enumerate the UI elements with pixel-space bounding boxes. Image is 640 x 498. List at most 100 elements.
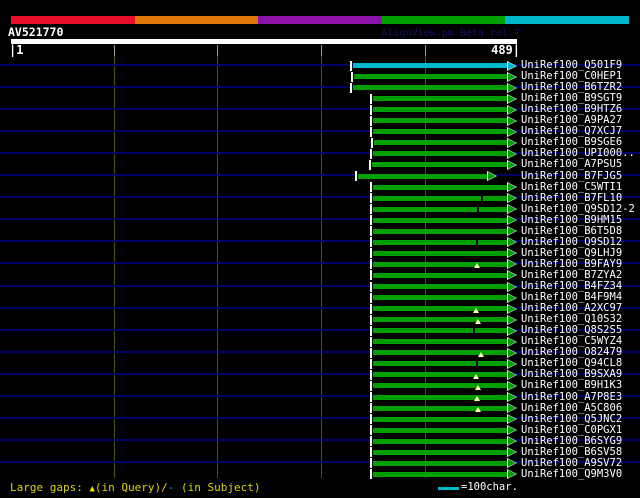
arrowhead-icon — [508, 459, 516, 468]
query-gap-triangle-icon — [472, 373, 479, 379]
subject-link[interactable]: UniRef100_B7FL10 — [521, 192, 622, 204]
query-start-tick — [369, 292, 372, 303]
alignment-bar[interactable] — [372, 460, 508, 466]
subject-gap-notch — [473, 328, 476, 334]
ruler-tick — [114, 45, 115, 56]
arrowhead-icon — [508, 315, 516, 324]
subject-link[interactable]: UniRef100_A5C806 — [521, 402, 622, 414]
subject-link[interactable]: UniRef100_C0PGX1 — [521, 424, 622, 436]
subject-link[interactable]: UniRef100_Q5JNC2 — [521, 413, 622, 425]
alignment-bar[interactable] — [358, 173, 489, 179]
query-gap-triangle-icon — [474, 384, 481, 390]
query-start-tick — [369, 226, 372, 237]
subject-gap-notch — [475, 361, 478, 367]
ruler-end-label: 489| — [491, 43, 520, 57]
query-start-tick — [350, 82, 353, 93]
subject-link[interactable]: UniRef100_B7FJG5 — [521, 170, 622, 182]
query-start-tick — [369, 436, 372, 447]
alignment-bar[interactable] — [372, 295, 508, 301]
query-start-tick — [369, 469, 372, 480]
alignment-bar[interactable] — [372, 239, 508, 245]
alignment-bar[interactable] — [372, 107, 508, 113]
alignment-bar[interactable] — [372, 471, 508, 477]
query-start-tick — [369, 215, 372, 226]
arrowhead-icon — [508, 249, 516, 258]
arrowhead-icon — [508, 326, 516, 335]
arrowhead-icon — [508, 348, 516, 357]
subject-link[interactable]: UniRef100_Q9SD12-2 — [521, 203, 635, 215]
arrowhead-icon — [508, 370, 516, 379]
identity-segment — [11, 16, 135, 24]
alignment-bar[interactable] — [372, 96, 508, 102]
arrowhead-icon — [508, 183, 516, 192]
query-start-tick — [369, 126, 372, 137]
query-start-tick — [369, 392, 372, 402]
alignment-bar[interactable] — [372, 217, 508, 223]
alignment-bar[interactable] — [372, 449, 508, 455]
query-start-tick — [369, 358, 372, 369]
query-start-tick — [351, 71, 354, 82]
subject-link[interactable]: UniRef100_A7P8E3 — [521, 391, 622, 403]
alignment-bar[interactable] — [372, 261, 508, 267]
alignment-bar[interactable] — [373, 140, 508, 146]
alignment-bar[interactable] — [372, 350, 508, 356]
identity-segment — [258, 16, 382, 24]
query-start-tick — [369, 259, 372, 270]
identity-segment — [134, 16, 259, 24]
query-start-tick — [369, 248, 372, 259]
query-start-tick — [350, 60, 353, 71]
alignment-bar[interactable] — [372, 118, 508, 124]
query-start-tick — [369, 380, 372, 391]
subject-link[interactable]: UniRef100_C5WTI1 — [521, 181, 622, 193]
alignment-bar[interactable] — [372, 272, 508, 278]
query-gap-triangle-icon — [473, 396, 480, 401]
subject-gap-notch — [475, 239, 478, 245]
alignment-bar[interactable] — [354, 74, 508, 80]
arrowhead-icon — [508, 205, 516, 214]
alignment-bar[interactable] — [372, 339, 508, 345]
alignment-bar[interactable] — [372, 184, 508, 190]
alignment-bar[interactable] — [372, 416, 508, 422]
alignment-bar[interactable] — [353, 85, 508, 91]
arrowhead-icon — [508, 293, 516, 302]
query-start-tick — [369, 148, 372, 159]
alignment-bar[interactable] — [372, 206, 508, 212]
query-start-tick — [369, 182, 372, 193]
alignment-bar[interactable] — [372, 317, 508, 323]
subject-link[interactable]: UniRef100_A7PSU5 — [521, 159, 622, 170]
alignment-bar[interactable] — [372, 405, 508, 411]
query-start-tick — [369, 93, 372, 104]
alignment-bar[interactable] — [372, 129, 508, 135]
alignment-bar[interactable] — [372, 228, 508, 234]
query-start-tick — [369, 115, 372, 126]
query-ruler-bar — [11, 39, 517, 44]
alignment-bar[interactable] — [372, 284, 508, 289]
query-start-tick — [368, 159, 371, 170]
alignment-bar[interactable] — [372, 427, 508, 433]
arrowhead-icon — [508, 160, 516, 169]
alignment-bar[interactable] — [372, 195, 508, 201]
query-gap-triangle-icon — [477, 351, 484, 357]
alignment-bar[interactable] — [372, 438, 508, 444]
arrowhead-icon — [508, 94, 516, 103]
arrowhead-icon — [508, 238, 516, 247]
query-start-tick — [369, 414, 372, 425]
ruler-tick — [321, 45, 322, 56]
alignview-screen: 20%~40%~60%~80%~100% AV521770 AlignView.… — [0, 0, 640, 498]
alignment-bar[interactable] — [353, 63, 508, 68]
gap-legend: Large gaps: ▲(in Query)/- (in Subject) — [10, 481, 260, 494]
alignment-bar[interactable] — [372, 250, 508, 256]
alignment-bar[interactable] — [372, 151, 508, 157]
alignment-bar[interactable] — [372, 394, 508, 400]
identity-segment — [505, 16, 629, 24]
subject-link[interactable]: UniRef100_Q9M3V0 — [521, 468, 622, 480]
alignment-bar[interactable] — [372, 383, 508, 389]
query-start-tick — [369, 425, 372, 436]
subject-link[interactable]: UniRef100_B9H1K3 — [521, 380, 622, 391]
alignment-bar[interactable] — [372, 372, 508, 378]
alignment-bar[interactable] — [372, 361, 508, 367]
arrowhead-icon — [508, 83, 516, 92]
alignment-bar[interactable] — [372, 328, 508, 334]
alignment-bar[interactable] — [372, 306, 508, 312]
alignment-bar[interactable] — [371, 162, 508, 168]
